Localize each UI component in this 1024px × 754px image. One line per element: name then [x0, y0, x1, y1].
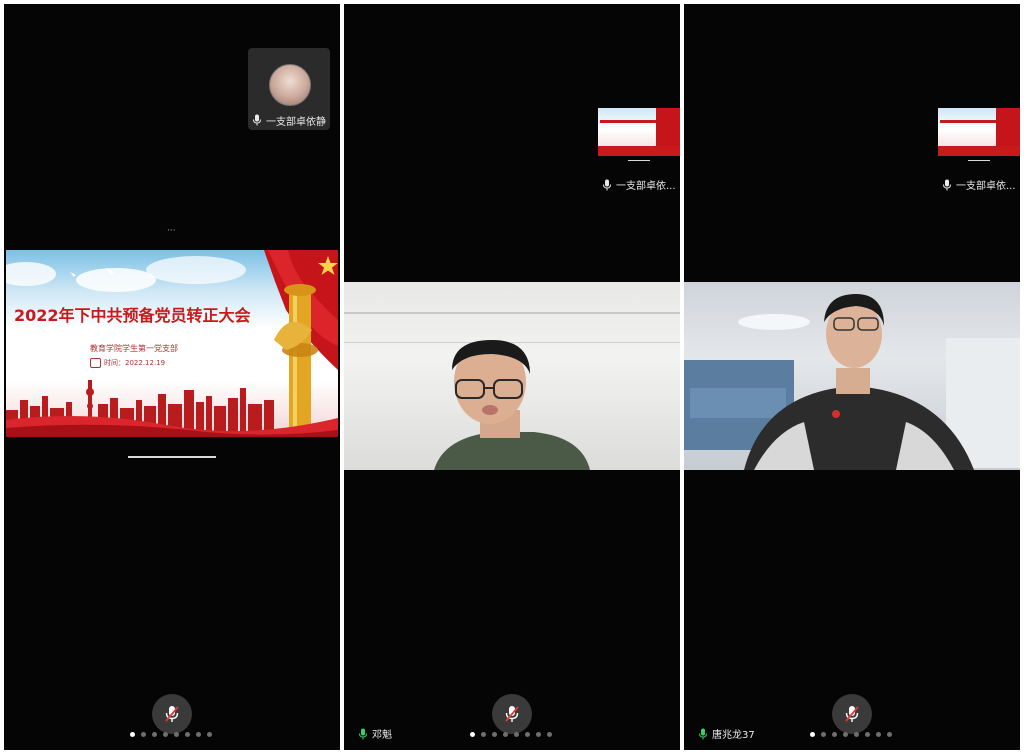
- participant-name: 一支部卓依...: [616, 181, 676, 192]
- meeting-panel-3: 一支部卓依... 唐兆龙37: [684, 4, 1020, 750]
- page-dot[interactable]: [865, 732, 870, 737]
- slide-date: 时间：2022.12.19: [104, 359, 166, 367]
- page-indicator[interactable]: [130, 732, 212, 737]
- page-indicator[interactable]: [470, 732, 552, 737]
- participant-video: [434, 340, 590, 470]
- local-video-feed: [684, 282, 1020, 470]
- thumbnail-handle: [968, 160, 990, 161]
- participant-name: 一支部卓依静: [266, 116, 326, 128]
- mic-off-icon: [845, 706, 859, 722]
- page-dot[interactable]: [525, 732, 530, 737]
- meeting-panel-1: 一支部卓依静 ··· 2022年下中共预备党员转正大会 教育学院学生第一党支部 …: [4, 4, 340, 750]
- page-dot[interactable]: [832, 732, 837, 737]
- page-dot[interactable]: [481, 732, 486, 737]
- floating-tile-name: 一支部卓依静: [248, 110, 330, 130]
- floating-tile-label: 一支部卓依...: [602, 177, 676, 192]
- mic-off-icon: [165, 706, 179, 722]
- mic-icon: [359, 728, 367, 739]
- mic-off-icon: [505, 706, 519, 722]
- page-dot[interactable]: [810, 732, 815, 737]
- floating-slide-thumbnail[interactable]: [598, 108, 680, 156]
- page-dot[interactable]: [130, 732, 135, 737]
- slide-organizer: 教育学院学生第一党支部: [90, 344, 178, 353]
- participant-name: 一支部卓依...: [956, 181, 1016, 192]
- page-indicator[interactable]: [810, 732, 892, 737]
- floating-tile-label: 一支部卓依...: [942, 177, 1016, 192]
- local-participant-label: 唐兆龙37: [698, 726, 755, 741]
- page-dot[interactable]: [876, 732, 881, 737]
- mute-button[interactable]: [832, 694, 872, 734]
- mic-icon: [943, 179, 951, 190]
- mic-icon: [699, 728, 707, 739]
- page-dot[interactable]: [141, 732, 146, 737]
- page-dot[interactable]: [470, 732, 475, 737]
- page-dot[interactable]: [854, 732, 859, 737]
- floating-participant-tile[interactable]: 一支部卓依静: [248, 48, 330, 130]
- floating-slide-thumbnail[interactable]: [938, 108, 1020, 156]
- page-dot[interactable]: [887, 732, 892, 737]
- page-dot[interactable]: [163, 732, 168, 737]
- mic-icon: [253, 114, 261, 126]
- page-dot[interactable]: [207, 732, 212, 737]
- mic-icon: [603, 179, 611, 190]
- mute-button[interactable]: [152, 694, 192, 734]
- page-dot[interactable]: [821, 732, 826, 737]
- meeting-panel-2: 一支部卓依... 邓魁: [344, 4, 680, 750]
- more-indicator: ···: [167, 226, 176, 236]
- slide-title: 2022年下中共预备党员转正大会: [14, 306, 251, 325]
- shared-slide: 2022年下中共预备党员转正大会 教育学院学生第一党支部 时间：2022.12.…: [6, 250, 338, 437]
- local-participant-label: 邓魁: [358, 726, 392, 741]
- page-dot[interactable]: [492, 732, 497, 737]
- participant-video: [684, 294, 1020, 470]
- avatar: [269, 64, 311, 106]
- page-dot[interactable]: [185, 732, 190, 737]
- calendar-icon: [90, 358, 101, 368]
- thumbnail-handle: [628, 160, 650, 161]
- local-video-feed: [344, 282, 680, 470]
- page-dot[interactable]: [503, 732, 508, 737]
- page-dot[interactable]: [547, 732, 552, 737]
- page-dot[interactable]: [174, 732, 179, 737]
- slide-handle[interactable]: [128, 456, 216, 458]
- page-dot[interactable]: [196, 732, 201, 737]
- page-dot[interactable]: [536, 732, 541, 737]
- page-dot[interactable]: [843, 732, 848, 737]
- participant-name: 唐兆龙37: [712, 730, 755, 741]
- page-dot[interactable]: [514, 732, 519, 737]
- mute-button[interactable]: [492, 694, 532, 734]
- page-dot[interactable]: [152, 732, 157, 737]
- participant-name: 邓魁: [372, 730, 392, 741]
